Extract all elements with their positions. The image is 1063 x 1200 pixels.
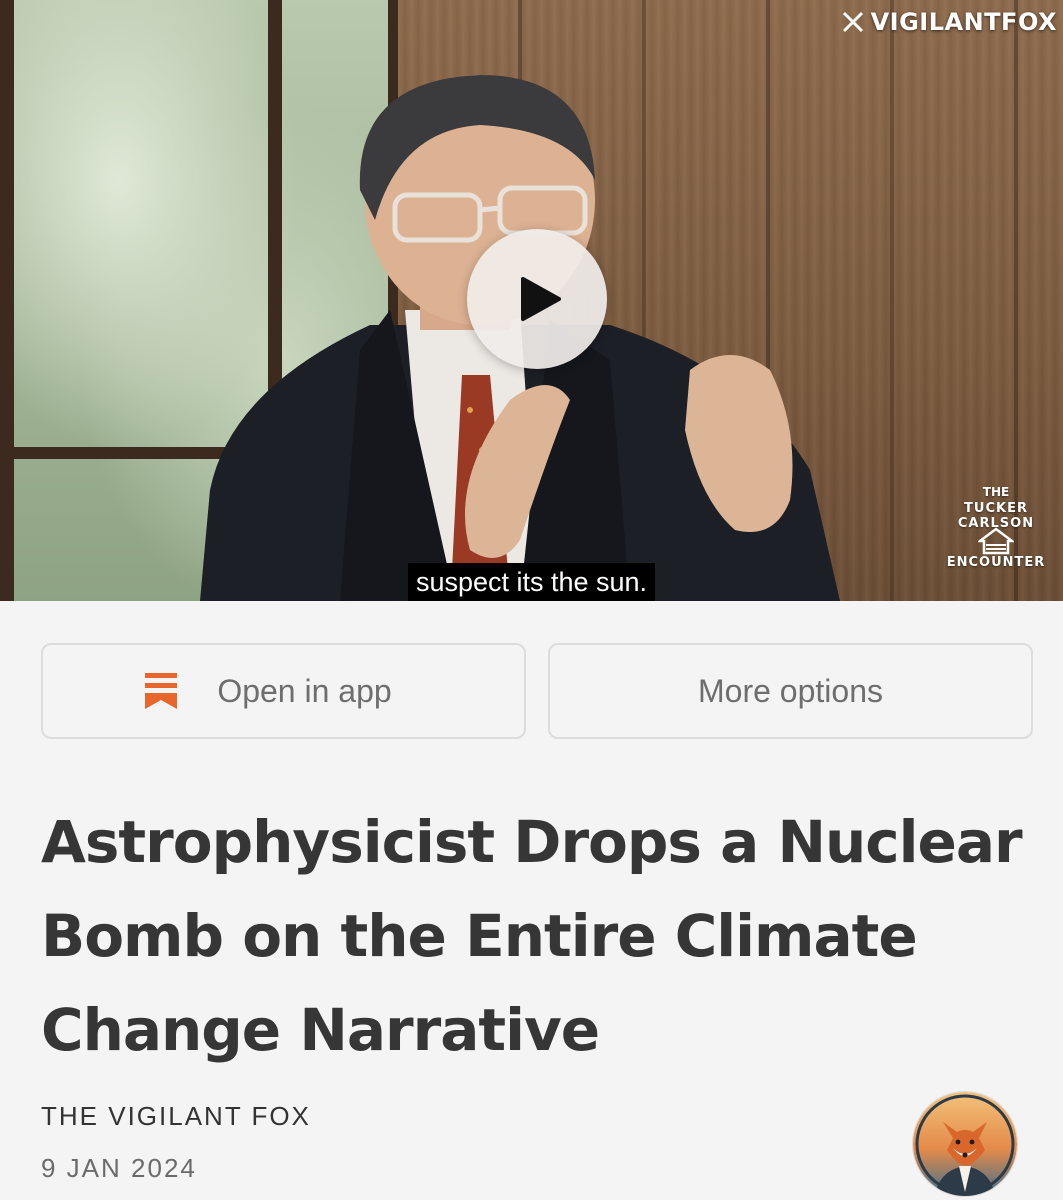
author-name[interactable]: THE VIGILANT FOX: [41, 1101, 311, 1132]
caption-text: suspect its the sun.: [407, 563, 656, 601]
fox-avatar-icon: [913, 1092, 1017, 1196]
play-button[interactable]: [467, 229, 607, 369]
open-in-app-label: Open in app: [217, 672, 392, 709]
video-caption: suspect its the sun.: [0, 563, 1063, 601]
publish-date: 9 JAN 2024: [41, 1153, 197, 1183]
watermark-handle: VIGILANTFOX: [870, 8, 1057, 36]
author-avatar[interactable]: [913, 1092, 1017, 1196]
more-options-label: More options: [698, 672, 883, 709]
video-watermark: VIGILANTFOX: [841, 8, 1057, 36]
article-title: Astrophysicist Drops a Nuclear Bomb on t…: [41, 808, 1023, 1064]
cabin-icon: [978, 527, 1014, 555]
play-icon: [521, 277, 561, 321]
video-player[interactable]: VIGILANTFOX THE TUCKER CARLSON ENCOUNTER…: [0, 0, 1063, 601]
show-logo-line-1: THE: [982, 485, 1010, 499]
x-logo-icon: [842, 11, 863, 33]
bookmark-icon: [145, 673, 178, 709]
open-in-app-button[interactable]: Open in app: [41, 643, 526, 739]
more-options-button[interactable]: More options: [548, 643, 1033, 739]
